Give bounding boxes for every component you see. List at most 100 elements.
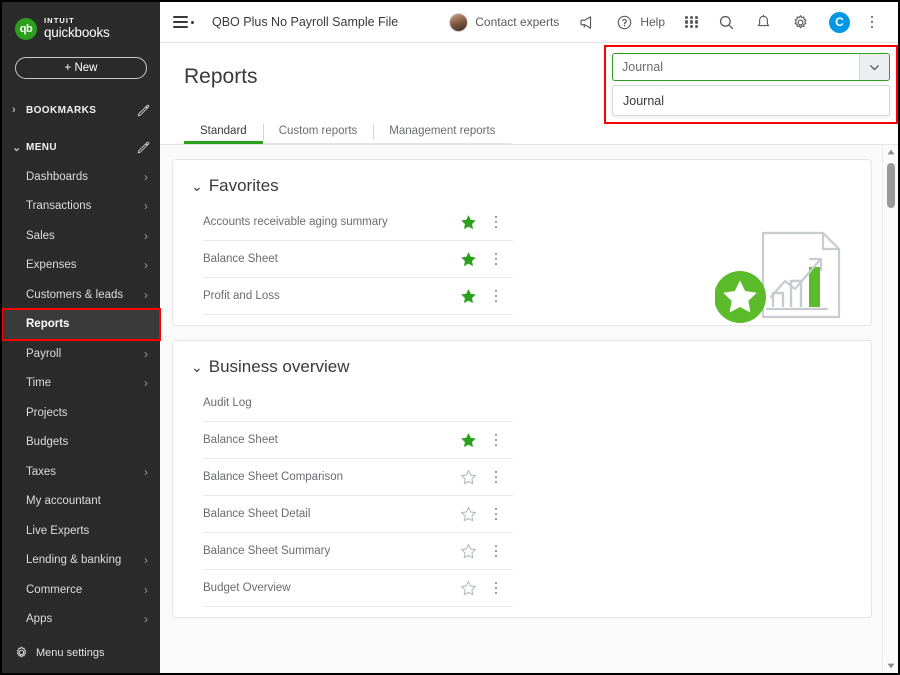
hamburger-menu-icon[interactable] [173,15,194,29]
favorite-star-button[interactable] [459,468,477,486]
report-row[interactable]: Profit and Loss [203,278,513,315]
sidebar-item-customers-leads[interactable]: Customers & leads › [2,280,160,310]
report-row[interactable]: Balance Sheet [203,422,513,459]
favorite-star-button[interactable] [459,542,477,560]
sidebar-item-lending-banking[interactable]: Lending & banking › [2,546,160,576]
search-suggestion-item[interactable]: Journal [613,86,889,115]
company-file-title: QBO Plus No Payroll Sample File [212,15,399,29]
contact-experts-button[interactable]: Contact experts [439,2,569,43]
sidebar-item-reports[interactable]: Reports [2,309,160,339]
sidebar-item-label: Projects [26,406,68,419]
search-icon [719,15,734,29]
section-title: Favorites [208,176,279,195]
top-navigation-bar: QBO Plus No Payroll Sample File Contact … [160,2,898,43]
settings-button[interactable] [782,2,819,43]
notifications-button[interactable] [745,2,782,43]
pencil-icon[interactable] [137,104,150,117]
intuit-wordmark: intuit [44,16,75,26]
report-row[interactable]: Balance Sheet [203,241,513,278]
reports-scroll-area: ⌄ Favorites Accounts receivable aging summ… [160,144,898,673]
report-name: Balance Sheet Detail [203,508,311,520]
user-profile-button[interactable]: C [819,2,860,43]
sidebar-group-bookmarks-label: BOOKMARKS [26,104,97,116]
sidebar-item-projects[interactable]: Projects [2,398,160,428]
pencil-icon[interactable] [137,141,150,154]
tab-standard-label: Standard [200,125,247,137]
scrollbar-thumb[interactable] [887,163,895,208]
help-button[interactable]: Help [606,2,675,43]
quickbooks-logo[interactable]: qb intuit quickbooks [2,2,160,44]
sidebar-group-menu[interactable]: ⌄ MENU [2,132,160,162]
report-row[interactable]: Accounts receivable aging summary [203,204,513,241]
chevron-right-icon: › [144,169,148,184]
announcements-button[interactable] [569,2,606,43]
sidebar-item-label: My accountant [26,495,101,508]
report-row[interactable]: Balance Sheet Summary [203,533,513,570]
sidebar-item-time[interactable]: Time › [2,369,160,399]
row-kebab-menu-icon[interactable] [489,468,503,486]
sidebar-item-label: Reports [26,318,70,331]
sidebar-item-transactions[interactable]: Transactions › [2,192,160,222]
sidebar-item-payroll[interactable]: Payroll › [2,339,160,369]
tab-standard[interactable]: Standard [184,125,263,144]
sidebar-item-live-experts[interactable]: Live Experts [2,516,160,546]
sidebar-item-taxes[interactable]: Taxes › [2,457,160,487]
sidebar: qb intuit quickbooks + New › BOOKMARKS ⌄… [2,2,161,673]
chevron-down-icon [870,64,879,70]
menu-settings-button[interactable]: Menu settings [2,646,160,673]
search-suggestions-dropdown: Journal [612,85,890,116]
report-search-input[interactable] [613,54,859,80]
sidebar-group-bookmarks[interactable]: › BOOKMARKS [2,95,160,125]
scroll-down-arrow-icon[interactable] [883,659,898,673]
row-kebab-menu-icon[interactable] [489,579,503,597]
section-header[interactable]: ⌄ Business overview [173,341,871,385]
tab-management-reports[interactable]: Management reports [373,124,511,144]
favorite-star-button[interactable] [459,250,477,268]
sidebar-item-apps[interactable]: Apps › [2,605,160,635]
sidebar-item-dashboards[interactable]: Dashboards › [2,162,160,192]
sidebar-item-budgets[interactable]: Budgets [2,428,160,458]
row-kebab-menu-icon[interactable] [489,431,503,449]
favorite-star-button[interactable] [459,213,477,231]
row-kebab-placeholder [489,394,503,412]
sidebar-item-sales[interactable]: Sales › [2,221,160,251]
chevron-right-icon: › [144,464,148,479]
sidebar-item-expenses[interactable]: Expenses › [2,251,160,281]
row-kebab-menu-icon[interactable] [489,250,503,268]
new-button-label: + New [64,62,98,74]
row-kebab-menu-icon[interactable] [489,542,503,560]
sidebar-item-commerce[interactable]: Commerce › [2,575,160,605]
contact-experts-label: Contact experts [475,15,560,29]
favorite-star-button[interactable] [459,505,477,523]
top-overflow-button[interactable] [860,2,886,43]
new-button[interactable]: + New [15,57,147,79]
sidebar-item-my-accountant[interactable]: My accountant [2,487,160,517]
report-row[interactable]: Budget Overview [203,570,513,607]
tab-custom-reports[interactable]: Custom reports [262,124,374,144]
vertical-scrollbar[interactable] [882,145,898,673]
favorite-star-button[interactable] [459,431,477,449]
report-row[interactable]: Balance Sheet Comparison [203,459,513,496]
sidebar-item-label: Sales [26,229,55,242]
section-header[interactable]: ⌄ Favorites [173,160,871,204]
sidebar-item-label: Taxes [26,465,57,478]
star-outline-icon [460,580,476,595]
search-button[interactable] [708,2,745,43]
report-row[interactable]: Balance Sheet Detail [203,496,513,533]
row-kebab-menu-icon[interactable] [489,287,503,305]
report-name: Balance Sheet [203,253,278,265]
favorite-star-button[interactable] [459,579,477,597]
kebab-menu-icon [864,14,880,31]
report-row[interactable]: Audit Log [203,385,513,422]
sidebar-item-label: Budgets [26,436,69,449]
row-kebab-menu-icon[interactable] [489,505,503,523]
apps-grid-button[interactable] [675,2,708,43]
row-kebab-menu-icon[interactable] [489,213,503,231]
scroll-up-arrow-icon[interactable] [883,145,898,159]
quickbooks-app-window: qb intuit quickbooks + New › BOOKMARKS ⌄… [0,0,900,675]
report-tabs: Standard Custom reports Management repor… [184,110,512,144]
search-dropdown-toggle[interactable] [859,54,889,80]
sidebar-item-label: Transactions [26,200,92,213]
favorite-star-button[interactable] [459,287,477,305]
sidebar-item-label: Dashboards [26,170,89,183]
